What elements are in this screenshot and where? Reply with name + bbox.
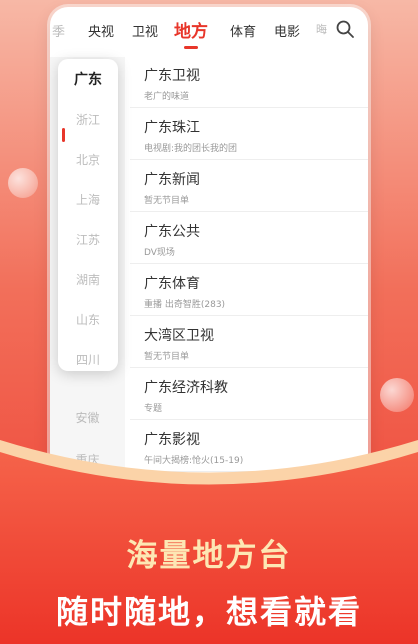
promo-headline: 海量地方台: [126, 538, 292, 574]
promo-subline: 随时随地，想看就看: [55, 593, 362, 631]
